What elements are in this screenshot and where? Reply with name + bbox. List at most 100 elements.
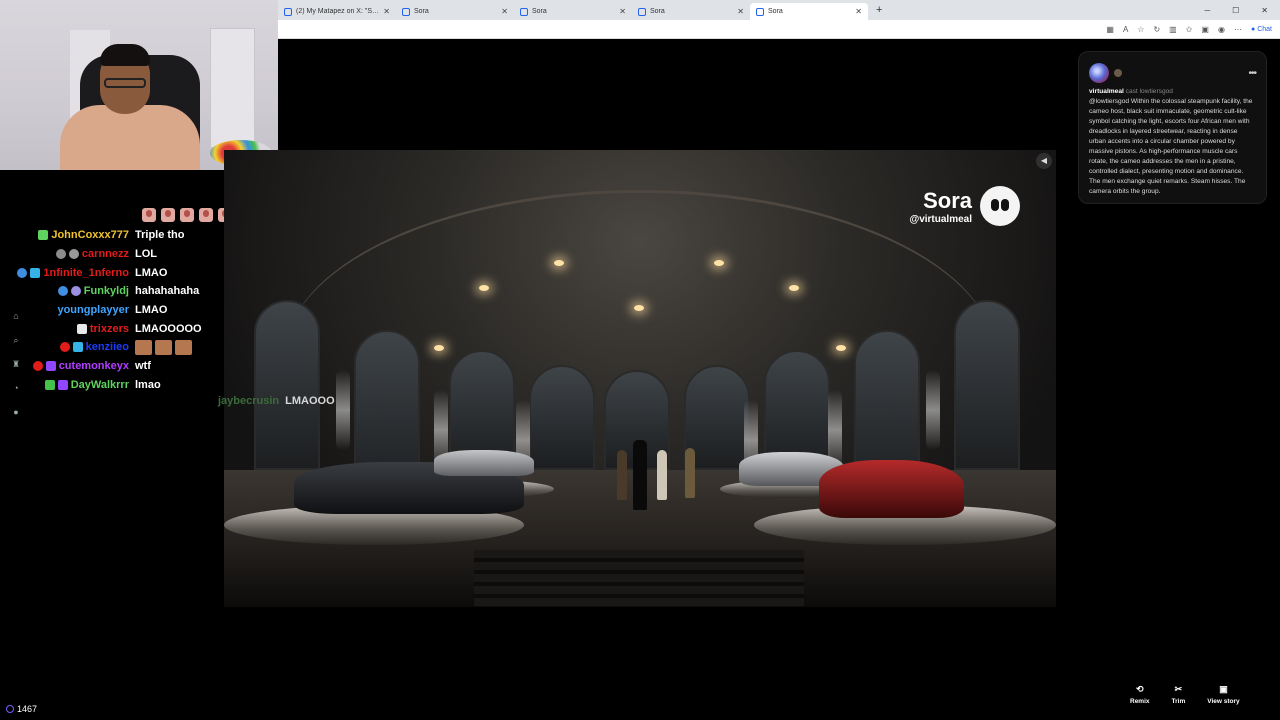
chat-username: JohnCoxxx777: [51, 229, 129, 242]
sora-favicon-icon: [756, 7, 764, 16]
grid-icon[interactable]: ▦: [1106, 25, 1114, 34]
streamer-glasses: [104, 78, 146, 88]
arch: [529, 365, 595, 470]
browser-tab[interactable]: (2) My Matapez on X: "Soulja Bo✕: [278, 3, 396, 20]
chat-badge-icon: [38, 230, 49, 241]
minimize-icon[interactable]: ─: [1204, 6, 1210, 15]
chat-badge-icon: [17, 267, 28, 278]
card-description: @lowtiersgod Within the colossal steampu…: [1089, 98, 1253, 195]
ceiling-light: [714, 260, 724, 266]
chat-message: trixzers LMAOOOOO: [10, 319, 240, 338]
collections-icon[interactable]: ▣: [1201, 25, 1209, 34]
chat-badge-icon: [57, 379, 68, 390]
profile-icon[interactable]: ◉: [1218, 25, 1225, 34]
close-tab-icon[interactable]: ✕: [383, 7, 390, 16]
chat-username: jaybecrusin: [218, 395, 280, 407]
silver-sports-car: [434, 450, 534, 476]
chat-text: LOL: [135, 248, 157, 261]
avatar[interactable]: [1089, 63, 1109, 83]
new-tab-button[interactable]: +: [876, 4, 882, 16]
foreground-stairs: [474, 550, 804, 607]
viewer-icon: [6, 705, 14, 713]
chat-message: carnnezz LOL: [10, 245, 240, 264]
chat-message: jaybecrusin LMAOOO: [218, 395, 335, 407]
red-muscle-car: [819, 460, 964, 518]
x-favicon-icon: [284, 7, 292, 16]
chat-badge-icon: [76, 323, 87, 334]
emote: [199, 208, 213, 222]
browser-tab[interactable]: Sora ✕: [632, 3, 750, 20]
split-screen-icon[interactable]: ▥: [1169, 25, 1177, 34]
maximize-icon[interactable]: ☐: [1232, 6, 1239, 15]
viewer-count: 1467: [6, 704, 37, 714]
refresh-icon[interactable]: ↻: [1153, 25, 1160, 34]
chat-text: LMAOOOOO: [135, 322, 202, 335]
sora-watermark: Sora @virtualmeal: [909, 186, 1020, 226]
close-tab-icon[interactable]: ✕: [619, 7, 626, 16]
browser-tab-bar: (2) My Matapez on X: "Soulja Bo✕ Sora✕ S…: [278, 0, 1280, 20]
streamer-body: [60, 105, 200, 170]
window-controls: ─ ☐ ✕: [1204, 6, 1280, 15]
chat-badge-icon: [44, 379, 55, 390]
emote: [155, 339, 172, 355]
trim-button[interactable]: ✂ Trim: [1172, 684, 1186, 705]
sora-logo-icon: [980, 186, 1020, 226]
profile-icon[interactable]: ●: [10, 406, 22, 418]
browser-tab[interactable]: Sora ✕: [396, 3, 514, 20]
card-author-line: virtualmeal cast lowtiersgod: [1089, 88, 1256, 95]
chat-badge-icon: [72, 342, 83, 353]
chat-text: [135, 339, 192, 355]
chat-username: Funkyldj: [83, 285, 129, 298]
streamer-hair: [100, 44, 150, 66]
chat-username: youngplayyer: [57, 304, 129, 317]
watermark-title: Sora: [923, 187, 972, 213]
read-aloud-icon[interactable]: A: [1123, 25, 1128, 34]
chat-badge-icon: [30, 267, 41, 278]
chat-username: 1nfinite_1nferno: [43, 266, 129, 279]
ceiling-light: [836, 345, 846, 351]
video-actions: ⟲ Remix ✂ Trim ▣ View story: [1130, 684, 1240, 705]
emote: [180, 208, 194, 222]
address-toolbar: ▦ A ☆ ↻ ▥ ✩ ▣ ◉ ⋯ ● Chat: [278, 20, 1280, 39]
scissors-icon: ✂: [1174, 684, 1183, 694]
copilot-chat-button[interactable]: ● Chat: [1251, 26, 1272, 33]
browser-tab-active[interactable]: Sora ✕: [750, 3, 868, 20]
story-icon: ▣: [1219, 684, 1228, 694]
card-username[interactable]: virtualmeal: [1089, 88, 1124, 95]
chat-username: cutemonkeyx: [58, 360, 129, 373]
person: [657, 450, 667, 500]
speaker-icon[interactable]: ◀: [1036, 153, 1052, 169]
favorite-star-icon[interactable]: ☆: [1137, 25, 1144, 34]
close-tab-icon[interactable]: ✕: [855, 7, 862, 16]
ceiling-light: [554, 260, 564, 266]
ceiling-light: [789, 285, 799, 291]
view-story-button[interactable]: ▣ View story: [1207, 684, 1239, 705]
ceiling-light: [634, 305, 644, 311]
chat-text: lmao: [135, 378, 161, 391]
close-window-icon[interactable]: ✕: [1261, 6, 1268, 15]
chat-text: Triple tho: [135, 229, 185, 242]
close-tab-icon[interactable]: ✕: [501, 7, 508, 16]
close-tab-icon[interactable]: ✕: [737, 7, 744, 16]
chat-message: Funkyldj hahahahaha: [10, 282, 240, 301]
copilot-icon: ●: [1250, 25, 1256, 33]
more-icon[interactable]: ⋯: [1234, 25, 1242, 34]
chat-username: DayWalkrrr: [70, 378, 129, 391]
remix-button[interactable]: ⟲ Remix: [1130, 684, 1150, 705]
person: [633, 440, 647, 510]
browser-tab[interactable]: Sora ✕: [514, 3, 632, 20]
arch: [954, 300, 1020, 470]
chat-text: LMAO: [135, 304, 168, 317]
chat-username: trixzers: [89, 322, 129, 335]
chat-badge-icon: [55, 249, 66, 260]
watermark-handle: @virtualmeal: [909, 213, 972, 225]
favorites-icon[interactable]: ✩: [1186, 25, 1193, 34]
chat-badge-icon: [59, 342, 70, 353]
webcam-overlay: [0, 0, 278, 170]
chat-badge-icon: [32, 361, 43, 372]
chat-message: youngplayyer LMAO: [10, 301, 240, 320]
stream-chat-overlay: JohnCoxxx777 Triple tho carnnezz LOL 1nf…: [10, 208, 240, 394]
sora-video-player[interactable]: Sora @virtualmeal: [224, 150, 1056, 607]
more-options-button[interactable]: •••: [1248, 68, 1256, 79]
sora-favicon-icon: [402, 7, 410, 16]
